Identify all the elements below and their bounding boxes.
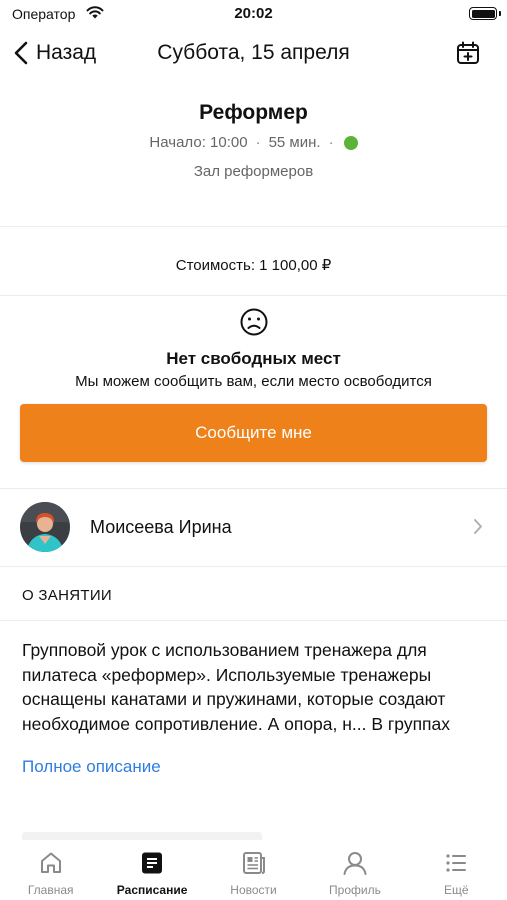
divider — [0, 566, 507, 567]
notify-me-button[interactable]: Сообщите мне — [20, 404, 487, 462]
no-slots-title: Нет свободных мест — [166, 349, 341, 368]
tab-label: Профиль — [329, 883, 381, 897]
status-bar: Оператор 20:02 — [0, 0, 507, 28]
class-title: Реформер — [199, 101, 308, 124]
class-meta: Начало: 10:00 · 55 мин. · — [0, 134, 507, 151]
nav-bar: Назад Суббота, 15 апреля — [0, 30, 507, 76]
schedule-icon — [142, 852, 163, 874]
divider — [0, 226, 507, 227]
meta-separator: · — [255, 134, 261, 151]
duration: 55 мин. — [268, 134, 321, 151]
tab-more[interactable]: Ещё — [406, 840, 507, 900]
class-description: Групповой урок с использованием тренажер… — [22, 640, 450, 740]
chevron-right-icon — [474, 519, 482, 534]
room-label: Зал реформеров — [193, 163, 314, 180]
tab-label: Ещё — [444, 883, 469, 897]
tab-bar: Главная Расписание Новости Профиль Ещё — [0, 840, 507, 900]
battery-tip — [499, 11, 501, 16]
tab-home[interactable]: Главная — [0, 840, 101, 900]
news-icon — [242, 852, 265, 874]
calendar-add-icon[interactable] — [455, 40, 481, 66]
price-label: Стоимость: 1 100,00 ₽ — [175, 257, 332, 274]
battery-icon — [469, 7, 497, 20]
trainer-name: Моисеева Ирина — [90, 517, 232, 537]
full-description-link[interactable]: Полное описание — [22, 757, 161, 777]
page-title: Суббота, 15 апреля — [157, 41, 350, 64]
status-indicator — [343, 135, 358, 150]
sad-face-icon — [240, 308, 268, 336]
tab-label: Расписание — [116, 883, 188, 897]
home-icon — [40, 852, 61, 873]
class-header: Реформер Начало: 10:00 · 55 мин. · Зал р… — [0, 100, 507, 180]
divider — [0, 620, 507, 621]
profile-icon — [343, 852, 367, 875]
divider — [0, 488, 507, 489]
divider — [0, 295, 507, 296]
about-section-header: О ЗАНЯТИИ — [22, 587, 112, 604]
no-slots-subtitle: Мы можем сообщить вам, если место освобо… — [75, 373, 432, 390]
tab-news[interactable]: Новости — [203, 840, 304, 900]
tab-label: Главная — [27, 883, 74, 897]
trainer-avatar — [20, 502, 70, 552]
more-icon — [446, 854, 467, 872]
trainer-row[interactable]: Моисеева Ирина — [0, 496, 507, 558]
description-container: Групповой урок с использованием тренажер… — [22, 638, 488, 740]
start-time: Начало: 10:00 — [149, 134, 248, 151]
status-time: 20:02 — [234, 5, 273, 22]
tab-schedule[interactable]: Расписание — [101, 840, 202, 900]
meta-separator: · — [328, 134, 334, 151]
content-card-peek — [22, 832, 262, 840]
tab-profile[interactable]: Профиль — [304, 840, 405, 900]
tab-label: Новости — [230, 883, 277, 897]
